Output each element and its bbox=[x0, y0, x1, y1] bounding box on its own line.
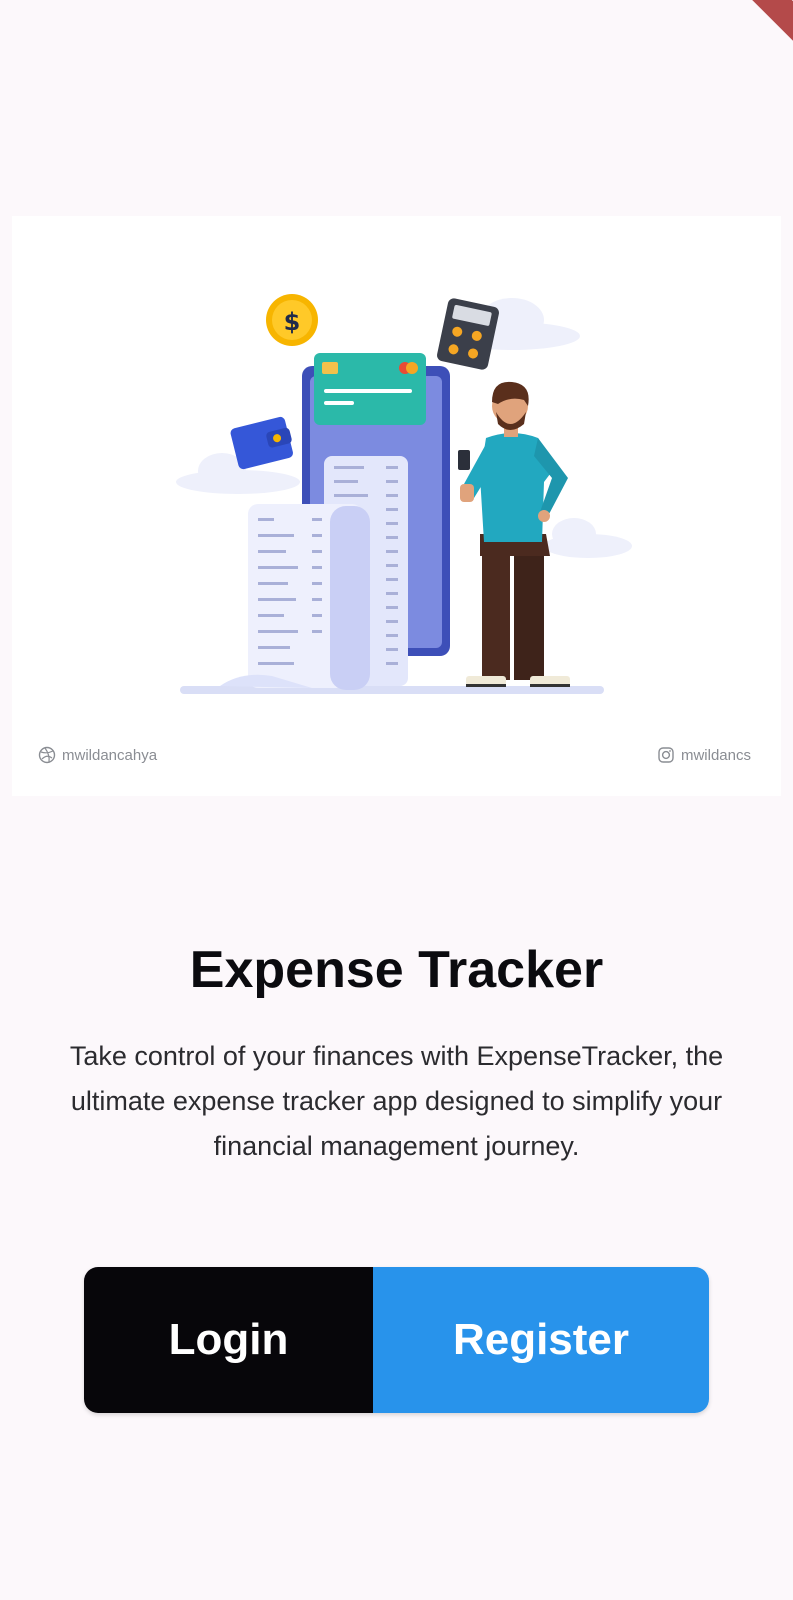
app-title: Expense Tracker bbox=[189, 941, 604, 999]
register-button[interactable]: Register bbox=[373, 1267, 709, 1413]
instagram-icon bbox=[657, 746, 675, 764]
app-description: Take control of your finances with Expen… bbox=[69, 1041, 724, 1161]
debug-banner bbox=[723, 0, 793, 49]
auth-button-group: Login Register bbox=[84, 1267, 709, 1413]
credit-left-label: mwildancahya bbox=[62, 746, 158, 764]
illustration-card: $ mwildancahya mwildancs bbox=[12, 216, 781, 796]
expense-illustration: $ bbox=[176, 294, 632, 694]
credit-instagram: mwildancs bbox=[657, 746, 751, 764]
credit-right-label: mwildancs bbox=[680, 746, 751, 764]
dribbble-icon bbox=[38, 746, 56, 764]
credit-dribbble: mwildancahya bbox=[38, 746, 157, 764]
svg-text:$: $ bbox=[284, 308, 301, 336]
login-button[interactable]: Login bbox=[84, 1267, 373, 1413]
